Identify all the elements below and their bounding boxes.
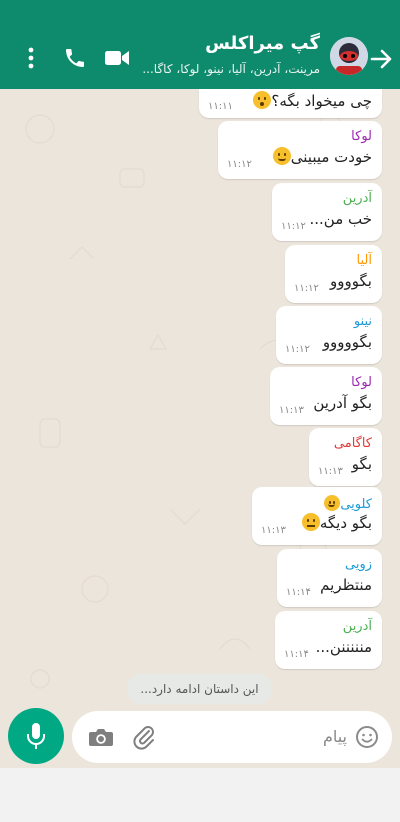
message-bubble[interactable]: زویی منتظریم ۱۱:۱۴	[277, 549, 382, 607]
message-time: ۱۱:۱۳	[261, 525, 286, 536]
story-continues-notice: این داستان ادامه دارد...	[128, 674, 271, 704]
message-text: بگو دیگه	[319, 514, 372, 532]
message-sender: لوکا	[351, 375, 372, 390]
message-composer: پیام	[0, 708, 400, 768]
message-time: ۱۱:۱۲	[281, 221, 306, 232]
message-time: ۱۱:۱۳	[279, 405, 304, 416]
message-time: ۱۱:۱۲	[227, 159, 252, 170]
message-placeholder: پیام	[322, 727, 347, 746]
chat-header: گپ میراکلس مرینت، آدرین، آلیا، نینو، لوک…	[0, 0, 400, 89]
more-vert-icon[interactable]	[17, 44, 45, 72]
bottom-blank-area	[0, 768, 400, 822]
message-sender: نینو	[353, 314, 372, 329]
chat-title[interactable]: گپ میراکلس	[205, 33, 320, 54]
message-text: خودت میبینی	[290, 148, 372, 166]
message-input[interactable]: پیام	[72, 711, 392, 763]
avatar[interactable]	[330, 37, 368, 75]
message-sender: آدرین	[342, 619, 372, 634]
message-time: ۱۱:۱۲	[294, 283, 319, 294]
mic-button[interactable]	[8, 708, 64, 764]
message-bubble[interactable]: کلویی بگو دیگه ۱۱:۱۳	[252, 487, 382, 545]
message-time: ۱۱:۱۳	[318, 466, 343, 477]
smile-icon[interactable]	[354, 724, 380, 750]
smile-emoji-icon	[272, 147, 291, 165]
message-text: بگو آدرین	[313, 394, 372, 412]
message-sender: زویی	[344, 557, 372, 572]
message-time: ۱۱:۱۱	[208, 101, 233, 112]
message-text: چی میخواد بگه؟	[271, 92, 372, 110]
video-icon[interactable]	[103, 44, 131, 72]
neutral-emoji-icon	[301, 513, 320, 531]
message-bubble[interactable]: نینو بگووووو ۱۱:۱۲	[276, 306, 382, 364]
chat-subtitle[interactable]: مرینت، آدرین، آلیا، نینو، لوکا، کاگا...	[135, 62, 320, 76]
message-time: ۱۱:۱۴	[284, 649, 309, 660]
message-bubble[interactable]: کاگامی بگو ۱۱:۱۳	[309, 428, 382, 486]
message-sender: کاگامی	[333, 436, 372, 451]
message-text: بگووووو	[322, 333, 372, 351]
message-bubble[interactable]: آلیا بگوووو ۱۱:۱۲	[285, 245, 382, 303]
message-bubble[interactable]: لوکا بگو آدرین ۱۱:۱۳	[270, 367, 382, 425]
message-sender: لوکا	[351, 129, 372, 144]
flushed-emoji-icon	[253, 91, 272, 109]
message-list[interactable]: چی میخواد بگه؟ ۱۱:۱۱ لوکا خودت میبینی ۱۱…	[0, 89, 400, 708]
back-arrow-icon[interactable]	[368, 44, 394, 74]
smile-emoji-icon	[324, 495, 341, 511]
message-time: ۱۱:۱۲	[285, 344, 310, 355]
camera-icon[interactable]	[88, 724, 114, 750]
phone-icon[interactable]	[61, 44, 89, 72]
message-text: بگو	[351, 455, 372, 473]
message-text: منننننن...	[315, 638, 372, 656]
message-bubble[interactable]: آدرین منننننن... ۱۱:۱۴	[275, 611, 382, 669]
message-sender: آلیا	[356, 253, 372, 268]
message-time: ۱۱:۱۴	[286, 587, 311, 598]
message-bubble[interactable]: آدرین خب من... ۱۱:۱۲	[272, 183, 382, 241]
message-text: خب من...	[309, 210, 372, 228]
message-sender: آدرین	[342, 191, 372, 206]
paperclip-icon[interactable]	[131, 724, 157, 750]
message-sender: کلویی	[340, 497, 372, 512]
message-bubble[interactable]: چی میخواد بگه؟ ۱۱:۱۱	[199, 89, 382, 118]
message-text: بگوووو	[330, 272, 372, 290]
message-bubble[interactable]: لوکا خودت میبینی ۱۱:۱۲	[218, 121, 382, 179]
message-text: منتظریم	[320, 576, 372, 594]
